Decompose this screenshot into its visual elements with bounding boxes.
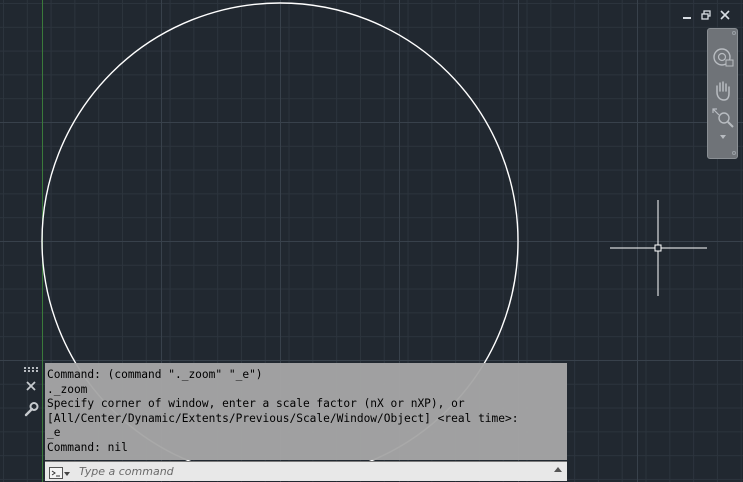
navbar-close-dot[interactable] (732, 31, 736, 35)
history-line: _e (47, 426, 61, 440)
restore-icon[interactable] (700, 9, 712, 21)
minimize-icon[interactable] (681, 9, 693, 21)
drawing-canvas[interactable]: Command: (command "._zoom" "_e") ._zoom … (0, 0, 743, 482)
history-line: [All/Center/Dynamic/Extents/Previous/Sca… (47, 411, 519, 425)
command-input[interactable] (79, 463, 549, 479)
history-line: ._zoom (47, 382, 88, 396)
navigation-bar[interactable] (707, 28, 738, 159)
history-line: Command: nil (47, 440, 128, 454)
command-prompt-icon[interactable] (49, 465, 71, 479)
navbar-dropdown-arrow-icon[interactable] (720, 135, 726, 139)
history-line: Specify corner of window, enter a scale … (47, 397, 465, 411)
crosshair-cursor (610, 200, 707, 296)
pan-hand-icon[interactable] (711, 79, 735, 103)
command-history: Command: (command "._zoom" "_e") ._zoom … (45, 363, 567, 460)
navbar-resize-dot[interactable] (732, 151, 736, 155)
steering-wheel-icon[interactable] (711, 45, 735, 69)
wrench-icon[interactable] (23, 401, 39, 417)
command-input-row[interactable] (45, 461, 567, 481)
zoom-extents-icon[interactable] (711, 107, 735, 131)
close-icon[interactable] (719, 9, 731, 21)
history-line: Command: (command "._zoom" "_e") (47, 368, 263, 381)
command-line-grip[interactable] (21, 363, 45, 480)
command-history-toggle-icon[interactable] (554, 467, 562, 472)
close-icon[interactable] (24, 378, 38, 392)
